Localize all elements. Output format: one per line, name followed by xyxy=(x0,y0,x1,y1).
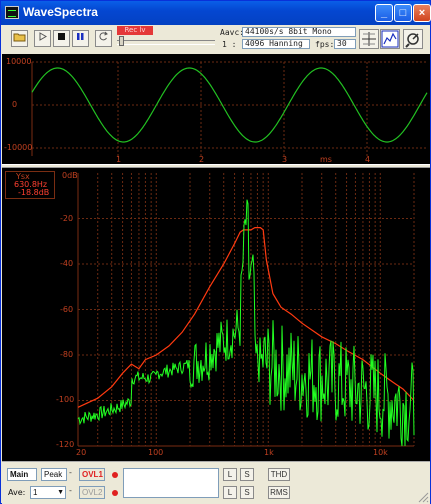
resize-grip-icon[interactable] xyxy=(417,491,429,503)
spectrum-plot xyxy=(77,173,415,447)
display-mode-select[interactable]: Peak xyxy=(41,468,67,481)
stop-icon xyxy=(58,33,65,40)
spec-xlabel-10k: 10k xyxy=(373,448,388,457)
spec-xlabel-100: 100 xyxy=(148,448,164,457)
fps-select[interactable]: 30 xyxy=(334,39,356,49)
spec-xlabel-1k: 1k xyxy=(264,448,274,457)
pause-icon xyxy=(77,33,84,40)
minimize-button[interactable]: _ xyxy=(375,4,393,22)
fps-label: fps: xyxy=(315,40,335,49)
wave-ylabel-top: 10000 xyxy=(6,57,32,66)
wave-xlabel-2: 2 xyxy=(199,155,205,164)
average-select[interactable]: 1 ▼ xyxy=(30,486,66,499)
overlay-info-box xyxy=(123,468,219,498)
play-button[interactable] xyxy=(34,30,51,47)
spec-ylabel-40: -40 xyxy=(60,259,74,268)
spec-ylabel-60: -60 xyxy=(60,305,74,314)
overlay2-button[interactable]: OVL2 xyxy=(79,486,105,499)
save-button-2[interactable]: S xyxy=(240,486,254,499)
app-icon xyxy=(5,6,19,19)
pause-button[interactable] xyxy=(72,30,89,47)
spectrum-trace xyxy=(77,199,415,447)
close-button[interactable]: × xyxy=(413,4,431,22)
wave-xunit: ms xyxy=(320,155,332,164)
loop-icon xyxy=(99,31,108,41)
bottom-control-panel: Main Peak - OVL1 L S THD Ave: 1 ▼ - OVL2… xyxy=(2,461,430,504)
rec-level-label: Rec lv xyxy=(117,26,153,35)
overlay1-button[interactable]: OVL1 xyxy=(79,468,105,481)
save-button[interactable]: S xyxy=(240,468,254,481)
spectrum-unit-label: 0dB xyxy=(62,171,78,180)
open-file-button[interactable] xyxy=(11,30,28,47)
rms-button[interactable]: RMS xyxy=(268,486,290,499)
window-title: WaveSpectra xyxy=(23,5,98,19)
load-button[interactable]: L xyxy=(223,468,237,481)
channel-label: 1 : xyxy=(222,40,237,49)
ave-separator: - xyxy=(69,486,72,495)
rec-level-slider-track[interactable] xyxy=(117,40,215,45)
title-bar[interactable]: WaveSpectra _ □ × xyxy=(1,1,431,25)
spec-ylabel-80: -80 xyxy=(60,350,74,359)
crosshair-icon xyxy=(362,32,376,46)
play-icon xyxy=(39,32,47,41)
scope-settings-button[interactable] xyxy=(359,29,379,49)
stop-button[interactable] xyxy=(53,30,70,47)
spectrum-settings-button[interactable] xyxy=(380,29,400,49)
loop-button[interactable] xyxy=(95,30,112,47)
spec-ylabel-100: -100 xyxy=(56,395,75,404)
waveform-plot xyxy=(31,61,428,156)
mode-separator: - xyxy=(69,468,72,477)
options-button[interactable] xyxy=(403,29,423,49)
spec-ylabel-20: -20 xyxy=(60,214,74,223)
cursor-level: -18.8dB xyxy=(18,188,50,197)
app-window: WaveSpectra _ □ × Rec lv Aavc: 44100s/s … xyxy=(0,0,431,504)
rec-level-slider-thumb[interactable] xyxy=(119,36,124,46)
average-label: Ave: xyxy=(8,488,26,497)
spec-xlabel-20: 20 xyxy=(76,448,87,457)
overlay1-record-icon[interactable] xyxy=(112,472,118,478)
wave-xlabel-1: 1 xyxy=(116,155,122,164)
cursor-readout: Ysx 630.8Hz -18.8dB xyxy=(5,171,55,199)
wave-xlabel-3: 3 xyxy=(282,155,288,164)
format-select[interactable]: 44100s/s 8bit Mono xyxy=(242,27,356,37)
spectrum-panel[interactable]: 0dB Ysx 630.8Hz -18.8dB -20 -40 -60 -80 … xyxy=(2,168,430,461)
open-folder-icon xyxy=(13,33,26,42)
wrench-icon xyxy=(405,33,419,48)
spectrum-settings-icon xyxy=(381,30,399,48)
spec-ylabel-120: -120 xyxy=(56,440,75,449)
aavc-label: Aavc: xyxy=(220,28,245,37)
waveform-panel[interactable]: 10000 0 -10000 1 2 3 ms 4 xyxy=(2,54,430,164)
overlay2-record-icon[interactable] xyxy=(112,490,118,496)
wave-ylabel-bottom: -10000 xyxy=(4,143,33,152)
thd-button[interactable]: THD xyxy=(268,468,290,481)
wave-xlabel-4: 4 xyxy=(365,155,371,164)
main-channel-label[interactable]: Main xyxy=(7,468,37,481)
wave-ylabel-mid: 0 xyxy=(12,100,18,109)
maximize-button[interactable]: □ xyxy=(394,4,412,22)
fft-window-select[interactable]: 4096 Hanning xyxy=(242,39,310,49)
chevron-down-icon: ▼ xyxy=(57,489,64,496)
average-value: 1 xyxy=(33,488,38,497)
load-button-2[interactable]: L xyxy=(223,486,237,499)
